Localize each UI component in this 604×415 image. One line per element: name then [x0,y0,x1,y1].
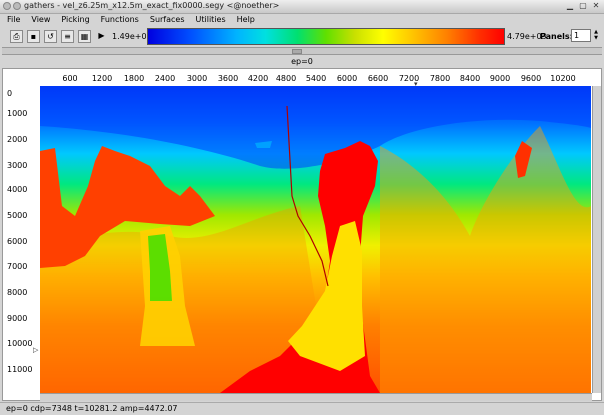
y-tick-label: 6000 [7,237,28,246]
y-tick-label: 0 [7,89,13,98]
plot-title: ep=0 [291,57,313,66]
y-tick-label: 7000 [7,262,28,271]
horizontal-scrollbar[interactable] [40,393,592,401]
save-icon[interactable]: ▪ [27,30,40,43]
row-marker-icon: ▷ [33,346,39,354]
minimize-icon[interactable]: ▁ [565,1,575,11]
panels-spin-arrows[interactable]: ▲ ▼ [592,29,600,42]
y-tick-label: 3000 [7,161,28,170]
y-tick-label: 1000 [7,109,28,118]
x-tick-label: 7800 [429,74,451,83]
velocity-svg [40,86,591,393]
colorbar[interactable] [147,28,505,45]
y-tick-label: 11000 [7,365,33,374]
movie-icon[interactable]: ▦ [78,30,91,43]
x-tick-label: 8400 [459,74,481,83]
menu-file[interactable]: File [7,14,20,26]
close-icon[interactable]: ✕ [591,1,601,11]
window-title: gathers - vel_z6.25m_x12.5m_exact_fix000… [24,1,280,10]
reset-icon[interactable]: ↺ [44,30,57,43]
menu-help[interactable]: Help [237,14,255,26]
print-icon[interactable]: ⎙ [10,30,23,43]
status-text: ep=0 cdp=7348 t=10281.2 amp=4472.07 [6,404,178,413]
velocity-image[interactable] [40,86,591,393]
y-tick-label: 2000 [7,135,28,144]
x-tick-label: 6600 [367,74,389,83]
zoom-icon[interactable]: ≡ [61,30,74,43]
x-tick-label: 9600 [520,74,542,83]
x-tick-label: 4800 [275,74,297,83]
x-tick-label: 3000 [186,74,208,83]
menu-bar: File View Picking Functions Surfaces Uti… [0,14,604,26]
title-bar: gathers - vel_z6.25m_x12.5m_exact_fix000… [0,0,604,14]
pin-icon[interactable] [13,2,21,10]
window-menu-icon[interactable] [3,2,11,10]
y-tick-label: 9000 [7,314,28,323]
scroll-thumb[interactable] [292,49,302,54]
x-tick-label: 1200 [91,74,113,83]
x-tick-label: 4200 [247,74,269,83]
vertical-scrollbar[interactable] [592,86,601,393]
x-tick-label: 9000 [489,74,511,83]
panels-label: Panels: [540,32,573,41]
play-icon[interactable]: ▶ [95,30,108,43]
panels-spinbox[interactable]: 1 [571,29,591,42]
x-tick-label: 5400 [305,74,327,83]
plot-header: ep=0 [2,56,602,68]
y-tick-label: 8000 [7,288,28,297]
x-tick-label: 6000 [336,74,358,83]
y-tick-label: 5000 [7,211,28,220]
window-menu-buttons [3,2,21,10]
menu-picking[interactable]: Picking [61,14,89,26]
x-tick-label: 3600 [217,74,239,83]
x-tick-label: 1800 [123,74,145,83]
horizontal-scrollbar-top[interactable] [2,47,602,55]
menu-functions[interactable]: Functions [101,14,139,26]
x-tick-label: 2400 [154,74,176,83]
colorbar-min-label: 1.49e+03 [112,32,152,41]
menu-utilities[interactable]: Utilities [196,14,226,26]
y-tick-label: 10000 [7,339,33,348]
menu-view[interactable]: View [31,14,50,26]
status-bar: ep=0 cdp=7348 t=10281.2 amp=4472.07 [0,402,604,415]
y-tick-label: 4000 [7,185,28,194]
x-tick-label: 10200 [550,74,576,83]
menu-surfaces[interactable]: Surfaces [150,14,185,26]
x-tick-label: 600 [62,74,78,83]
window-controls: ▁ ▢ ✕ [565,1,601,11]
maximize-icon[interactable]: ▢ [578,1,588,11]
